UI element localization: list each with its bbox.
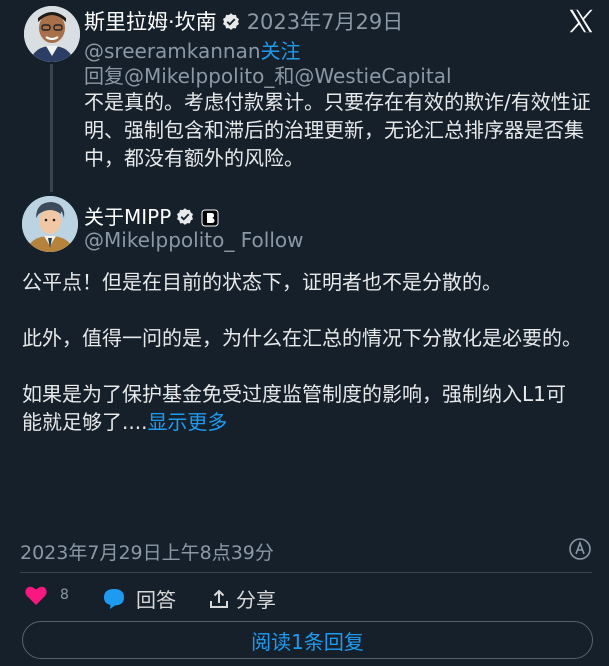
thread-connector-line: [50, 64, 53, 192]
read-replies-button[interactable]: 阅读1条回复: [22, 621, 593, 659]
follow-link[interactable]: Follow: [241, 228, 304, 252]
author-name[interactable]: 斯里拉姆·坎南: [84, 10, 217, 34]
tweet-paragraph: 公平点！但是在目前的状态下，证明者也不是分散的。: [22, 270, 502, 294]
verified-badge-icon: [221, 12, 241, 37]
show-more-link[interactable]: 显示更多: [147, 410, 227, 434]
avatar[interactable]: [24, 6, 80, 62]
author-name[interactable]: 关于MIPP: [84, 205, 171, 229]
main-tweet-text: 公平点！但是在目前的状态下，证明者也不是分散的。 此外，值得一问的是，为什么在汇…: [22, 268, 582, 464]
avatar-image: [22, 196, 78, 252]
like-button[interactable]: 8: [24, 584, 69, 606]
info-icon[interactable]: [568, 537, 592, 561]
tweet-paragraph: 此外，值得一问的是，为什么在汇总的情况下分散化是必要的。: [22, 326, 582, 350]
avatar-image: [24, 6, 80, 62]
tweet-paragraph-text: 如果是为了保护基金免受过度监管制度的影响，强制纳入L1可能就足够了....: [22, 382, 566, 434]
heart-icon: [25, 586, 47, 605]
parent-tweet-header: 斯里拉姆·坎南 2023年7月29日: [84, 6, 403, 37]
reply-to-line[interactable]: 回复@Mikelppolito_和@WestieCapital: [84, 60, 452, 89]
parent-tweet-text: 不是真的。考虑付款累计。只要存在有效的欺诈/有效性证明、强制包含和滞后的治理更新…: [84, 90, 591, 170]
x-logo-icon[interactable]: [566, 6, 596, 36]
tweet-paragraph: 如果是为了保护基金免受过度监管制度的影响，强制纳入L1可能就足够了....显示更…: [22, 380, 582, 436]
avatar[interactable]: [22, 196, 78, 252]
tweet-timestamp[interactable]: 2023年7月29日上午8点39分: [20, 538, 274, 565]
tweet-date[interactable]: 2023年7月29日: [247, 10, 404, 34]
reply-button[interactable]: 回答: [102, 584, 176, 613]
like-count: 8: [60, 587, 69, 603]
author-handle[interactable]: @Mikelppolito_: [84, 228, 234, 252]
share-label: 分享: [236, 588, 276, 612]
divider: [20, 572, 592, 573]
reply-bubble-icon: [104, 588, 124, 609]
share-icon: [210, 589, 228, 608]
share-button[interactable]: 分享: [208, 584, 276, 613]
author-handle-row: @Mikelppolito_ Follow: [84, 228, 303, 252]
tweet-embed-card: 斯里拉姆·坎南 2023年7月29日 @sreeramkannan关注 回复@Mi…: [0, 0, 609, 666]
reply-label: 回答: [136, 588, 176, 612]
